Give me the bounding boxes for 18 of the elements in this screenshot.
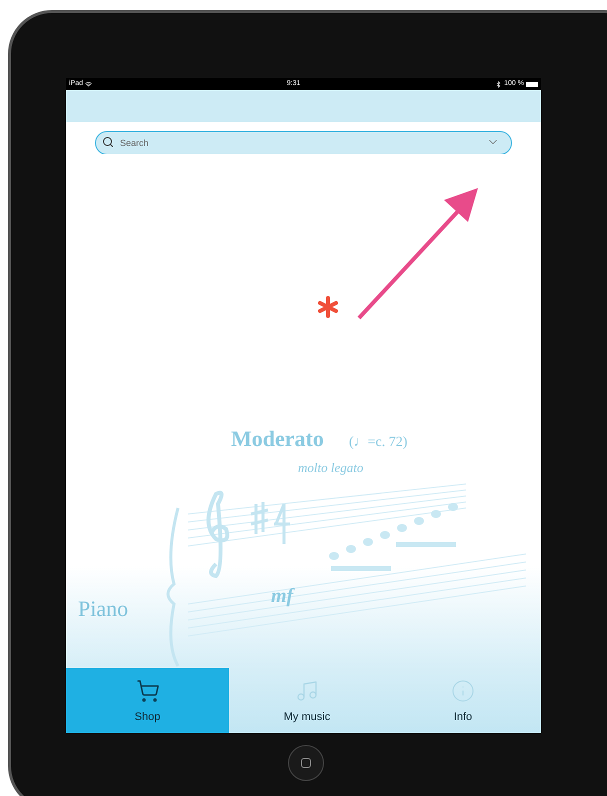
home-button[interactable] <box>288 745 324 781</box>
asterisk-icon <box>317 296 339 318</box>
expression-marking: molto legato <box>298 460 364 475</box>
tab-button[interactable]: Info <box>385 668 541 733</box>
cart-icon <box>136 678 160 702</box>
tab-button[interactable]: Shop <box>66 668 229 733</box>
dynamic-marking: mf <box>271 585 294 607</box>
search-field[interactable]: Search <box>95 131 512 155</box>
tempo-marking: Moderato <box>231 426 324 451</box>
wifi-icon <box>85 80 92 88</box>
info-icon <box>451 678 475 702</box>
music-note-icon <box>295 678 319 702</box>
battery-icon <box>526 82 538 86</box>
tab-button[interactable]: My music <box>229 668 385 733</box>
instrument-label: Piano <box>78 596 128 621</box>
search-icon <box>102 136 114 148</box>
bluetooth-icon <box>495 80 502 88</box>
metronome-marking: (♩=c. 72) <box>349 435 408 450</box>
